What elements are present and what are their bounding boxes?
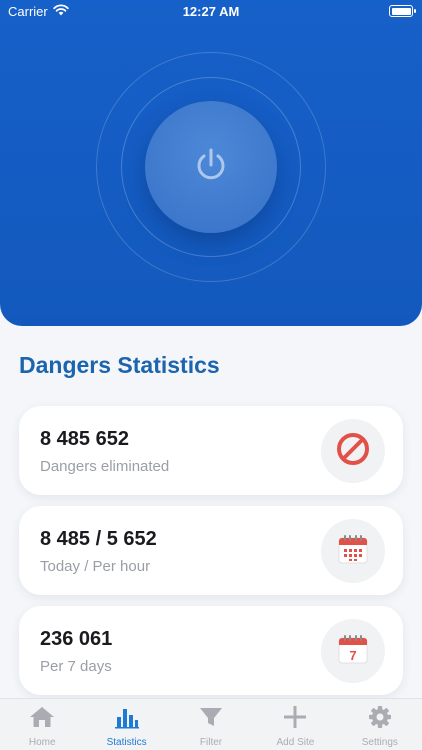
power-toggle-button[interactable]: [145, 101, 277, 233]
plus-icon: [281, 705, 309, 734]
calendar-icon: [336, 532, 370, 571]
stat-label: Today / Per hour: [40, 558, 151, 575]
bar-chart-icon: [113, 705, 141, 734]
stat-value: 8 485 652: [40, 428, 129, 450]
tab-bar: Home Statistics Filter Add Site Settings: [0, 698, 422, 750]
tab-label: Settings: [361, 737, 398, 748]
power-icon: [191, 145, 231, 190]
filter-icon: [197, 705, 225, 734]
clock: 12:27 AM: [182, 4, 240, 19]
tab-label: Home: [28, 737, 56, 748]
stat-card-week[interactable]: 236 061 Per 7 days 7: [19, 606, 403, 695]
block-icon: [336, 432, 370, 471]
tab-label: Filter: [199, 737, 223, 748]
stat-icon-holder: [321, 519, 385, 583]
calendar-day-number: 7: [349, 648, 356, 663]
tab-filter[interactable]: Filter: [169, 699, 253, 750]
stat-icon-holder: [321, 419, 385, 483]
stat-label: Per 7 days: [40, 658, 112, 675]
tab-home[interactable]: Home: [0, 699, 84, 750]
stat-card-today-hour[interactable]: 8 485 / 5 652 Today / Per hour: [19, 506, 403, 595]
battery-icon: [389, 5, 416, 17]
stat-card-eliminated[interactable]: 8 485 652 Dangers eliminated: [19, 406, 403, 495]
tab-statistics[interactable]: Statistics: [84, 699, 168, 750]
stat-label: Dangers eliminated: [40, 458, 170, 475]
gear-icon: [366, 705, 394, 734]
tab-label: Statistics: [106, 737, 147, 748]
tab-label: Add Site: [276, 737, 315, 748]
tab-add-site[interactable]: Add Site: [253, 699, 337, 750]
status-bar: Carrier 12:27 AM: [0, 0, 422, 24]
tab-settings[interactable]: Settings: [338, 699, 422, 750]
home-icon: [28, 705, 56, 734]
stat-value: 236 061: [40, 628, 113, 650]
app-screen: Carrier 12:27 AM Dangers Statistics 8 48…: [0, 0, 422, 750]
calendar-7-icon: 7: [336, 632, 370, 671]
stat-value: 8 485 / 5 652: [40, 528, 157, 550]
protection-header: Carrier 12:27 AM: [0, 0, 422, 326]
stat-icon-holder: 7: [321, 619, 385, 683]
section-title: Dangers Statistics: [19, 352, 220, 378]
